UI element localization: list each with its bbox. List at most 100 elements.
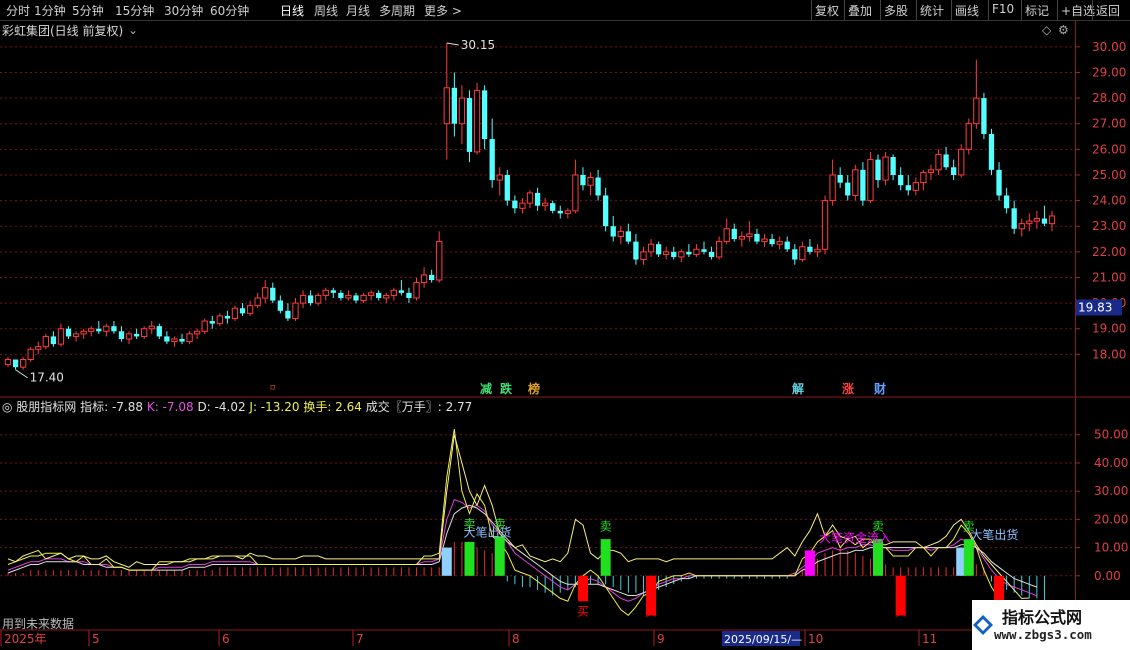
candle-body bbox=[330, 290, 336, 293]
candle-body bbox=[715, 241, 723, 258]
candle-body bbox=[383, 294, 390, 299]
candle-body bbox=[526, 192, 534, 204]
candle-body bbox=[193, 330, 201, 335]
candle-body bbox=[72, 333, 80, 337]
candle-body bbox=[156, 326, 162, 337]
signal-bar bbox=[963, 539, 974, 576]
candle-body bbox=[345, 294, 352, 299]
signal-label: 买 bbox=[895, 604, 907, 618]
candle-body bbox=[27, 348, 34, 360]
candle-body bbox=[376, 292, 382, 298]
candle-body bbox=[754, 233, 760, 242]
price-tick-label: 21.00 bbox=[1092, 270, 1126, 284]
watermark-logo: 指标公式网 www.zbgs3.com bbox=[972, 600, 1130, 650]
candle-body bbox=[299, 294, 307, 304]
indicator-tick-label: 50.00 bbox=[1094, 428, 1128, 442]
candle-body bbox=[12, 359, 19, 368]
candle-body bbox=[164, 336, 170, 342]
candle-body bbox=[912, 182, 919, 191]
candle-body bbox=[898, 174, 904, 186]
indicator-tick-label: 0.00 bbox=[1094, 569, 1121, 583]
candle-body bbox=[852, 169, 859, 196]
candle-body bbox=[353, 295, 359, 301]
watermark-icon bbox=[973, 615, 993, 635]
candle-body bbox=[80, 330, 87, 335]
candle-body bbox=[216, 315, 223, 325]
candle-body bbox=[973, 97, 980, 125]
signal-bar bbox=[994, 575, 1005, 602]
candle-body bbox=[958, 148, 965, 176]
signal-bar bbox=[494, 536, 505, 576]
kline-chart[interactable]: 18.00 19.00 20.00 21.00 22.00 23.00 24.00 25.00… bbox=[0, 0, 1130, 650]
candle-body bbox=[239, 308, 246, 314]
signal-label: 卖 bbox=[494, 517, 506, 531]
event-mark: 财 bbox=[873, 381, 886, 396]
future-data-note: 用到未来数据 bbox=[2, 617, 75, 631]
candle-body bbox=[572, 174, 579, 212]
candle-body bbox=[1048, 215, 1056, 225]
candle-body bbox=[564, 210, 571, 214]
candle-body bbox=[1018, 223, 1025, 230]
x-axis-label: 9 bbox=[657, 632, 665, 646]
candle-body bbox=[512, 200, 518, 209]
indicator-tick-label: 30.00 bbox=[1094, 484, 1128, 498]
candle-body bbox=[436, 241, 443, 281]
candle-body bbox=[125, 333, 133, 340]
price-tick-label: 26.00 bbox=[1092, 142, 1126, 156]
candle-body bbox=[534, 192, 541, 206]
price-tick-label: 23.00 bbox=[1092, 219, 1126, 233]
last-price-label: 19.83 bbox=[1078, 300, 1112, 314]
indicator-tick-label: 10.00 bbox=[1094, 541, 1128, 555]
candle-body bbox=[420, 274, 428, 284]
candle-body bbox=[784, 241, 790, 250]
candle-body bbox=[671, 251, 677, 257]
candle-body bbox=[776, 241, 783, 245]
candle-body bbox=[307, 295, 314, 304]
candle-body bbox=[882, 156, 889, 181]
candle-body bbox=[723, 228, 730, 243]
signal-label: 买 bbox=[645, 604, 657, 618]
x-axis-label: 2025年 bbox=[4, 632, 47, 646]
price-tick-label: 30.00 bbox=[1092, 40, 1126, 54]
indicator-tick-label: 20.00 bbox=[1094, 512, 1128, 526]
candle-body bbox=[35, 346, 42, 350]
candle-body bbox=[179, 338, 185, 342]
x-axis-label: 11 bbox=[922, 632, 937, 646]
candle-body bbox=[88, 328, 95, 332]
candle-body bbox=[141, 328, 148, 337]
candle-body bbox=[541, 202, 549, 207]
event-mark: 跌 bbox=[500, 381, 513, 396]
candle-body bbox=[920, 171, 927, 184]
candle-body bbox=[814, 248, 821, 253]
price-tick-label: 19.00 bbox=[1092, 322, 1126, 336]
indicator-tick-label: 40.00 bbox=[1094, 456, 1128, 470]
candle-body bbox=[799, 246, 806, 261]
candle-body bbox=[451, 87, 457, 124]
signal-label: 卖 bbox=[963, 520, 975, 534]
candle-body bbox=[981, 98, 987, 134]
event-mark: 解 bbox=[792, 381, 804, 396]
signal-label: 买 bbox=[577, 604, 589, 618]
candle-body bbox=[927, 169, 935, 173]
price-tick-label: 25.00 bbox=[1092, 168, 1126, 182]
price-tick-label: 22.00 bbox=[1092, 245, 1126, 259]
candle-body bbox=[655, 244, 662, 255]
candle-body bbox=[837, 174, 843, 183]
price-tick-label: 18.00 bbox=[1092, 347, 1126, 361]
signal-label: 大笔出货 bbox=[970, 527, 1018, 542]
candle-body bbox=[429, 274, 435, 281]
candle-body bbox=[292, 302, 299, 319]
candle-body bbox=[406, 292, 412, 298]
candle-body bbox=[867, 159, 874, 202]
candle-body bbox=[1003, 195, 1010, 209]
candle-body bbox=[322, 289, 329, 296]
event-mark: 涨 bbox=[842, 381, 854, 396]
candle-body bbox=[285, 310, 291, 319]
candle-body bbox=[875, 159, 881, 181]
candle-body bbox=[1011, 208, 1017, 229]
signal-label: 卖 bbox=[872, 520, 884, 534]
candle-body bbox=[443, 87, 450, 125]
candle-body bbox=[610, 226, 616, 237]
candle-body bbox=[792, 249, 798, 260]
candle-body bbox=[708, 251, 715, 257]
